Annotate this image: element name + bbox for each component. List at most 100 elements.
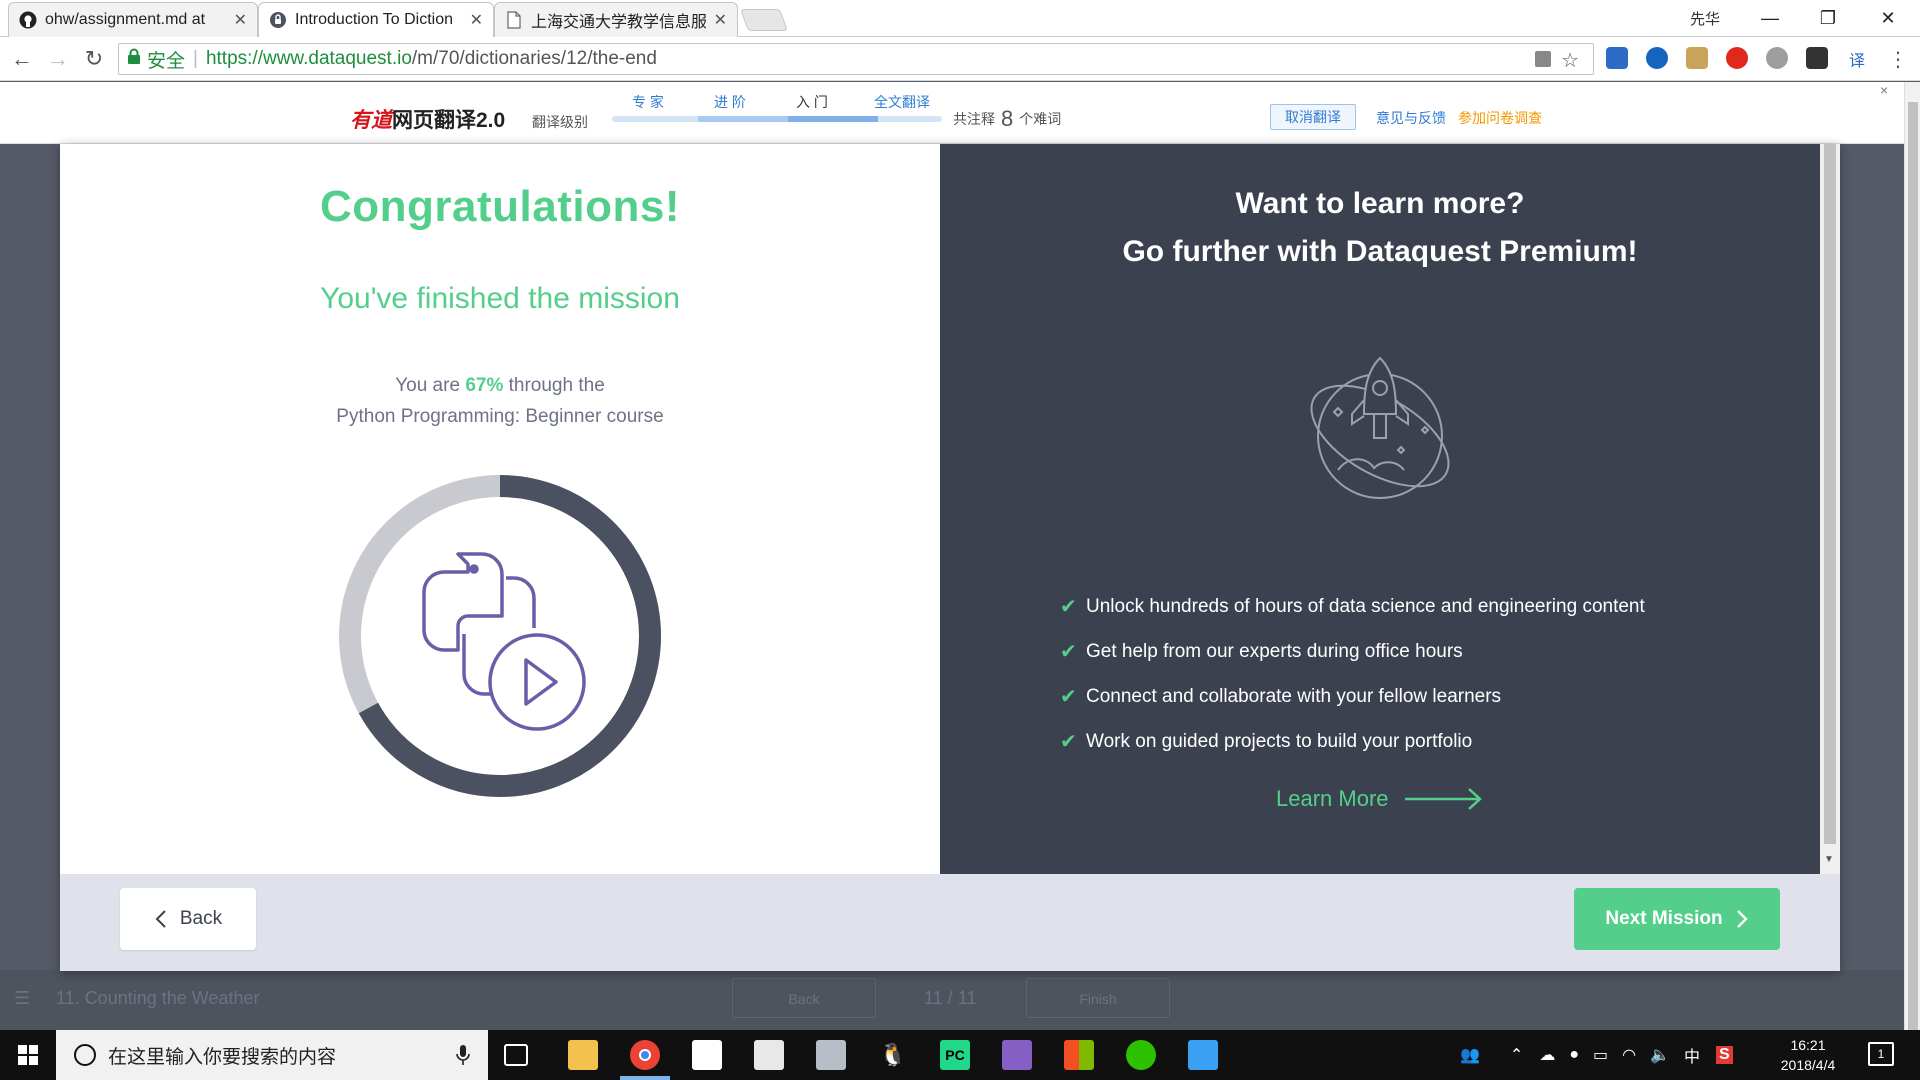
premium-heading-line1: Want to learn more? (1235, 187, 1525, 220)
ime-indicator[interactable]: 中 (1684, 1043, 1700, 1067)
browser-toolbar: ← → ↻ 安全 | https://www.dataquest.io/m/70… (0, 37, 1920, 81)
clock-date: 2018/4/4 (1780, 1057, 1836, 1073)
address-bar[interactable]: 安全 | https://www.dataquest.io/m/70/dicti… (118, 43, 1594, 75)
extension-image-icon[interactable] (1686, 47, 1708, 69)
benefit-item: ✔ Connect and collaborate with your fello… (1060, 685, 1502, 709)
url-host: https://www.dataquest.io (205, 48, 412, 69)
modal-scrollbar[interactable]: ▼ (1820, 144, 1840, 874)
close-tab-icon[interactable]: ✕ (234, 10, 247, 30)
tab-github[interactable]: ohw/assignment.md at ✕ (8, 2, 258, 37)
dimmed-progress: 11 / 11 (924, 988, 977, 1008)
premium-heading-line2: Go further with Dataquest Premium! (1122, 235, 1638, 268)
progress-percent: 67% (465, 375, 504, 396)
mission-title: 11. Counting the Weather (56, 988, 260, 1008)
notification-center-icon[interactable]: 1 (1868, 1042, 1894, 1066)
close-window-icon[interactable]: ✕ (1860, 0, 1916, 36)
progress-ring (339, 475, 661, 797)
checkmark-icon: ✔ (1060, 641, 1077, 663)
level-label: 翻译级别 (532, 114, 588, 130)
chevron-right-icon (1736, 910, 1748, 928)
level-advanced[interactable]: 进 阶 (714, 92, 746, 112)
benefit-item: ✔ Unlock hundreds of hours of data scienc… (1060, 595, 1645, 619)
dataquest-icon (269, 11, 287, 29)
taskbar-clock[interactable]: 16:21 2018/4/4 (1766, 1035, 1850, 1075)
bookmark-star-icon[interactable]: ☆ (1561, 48, 1579, 73)
checkmark-icon: ✔ (1060, 731, 1077, 753)
menu-kebab-icon[interactable]: ⋮ (1884, 45, 1912, 73)
level-slider[interactable] (612, 116, 942, 122)
extension-translate-icon[interactable]: 译 (1846, 47, 1868, 70)
extension-dark-icon[interactable] (1806, 47, 1828, 69)
wifi-icon[interactable]: ◠ (1622, 1045, 1636, 1065)
feedback-link[interactable]: 意见与反馈 (1376, 108, 1446, 128)
people-icon[interactable]: 👥 (1460, 1045, 1480, 1065)
onedrive-icon[interactable]: ☁ (1539, 1045, 1555, 1065)
pycharm-icon[interactable]: PC (940, 1040, 970, 1070)
restore-icon[interactable]: ❐ (1800, 0, 1856, 36)
extension-y-icon[interactable] (1646, 47, 1668, 69)
extension-graduation-icon[interactable] (1606, 47, 1628, 69)
tab-title: Introduction To Diction (295, 11, 454, 28)
lock-icon (127, 48, 141, 70)
next-mission-button[interactable]: Next Mission (1574, 888, 1780, 950)
secure-label: 安全 (147, 50, 186, 72)
task-view-icon[interactable] (504, 1044, 528, 1066)
battery-icon[interactable]: ▭ (1593, 1045, 1608, 1065)
microphone-icon (456, 1045, 470, 1065)
dimmed-finish-button: Finish (1026, 978, 1170, 1018)
level-beginner[interactable]: 入 门 (796, 92, 828, 112)
congrats-title: Congratulations! (320, 182, 680, 231)
volume-icon[interactable]: 🔈 (1650, 1045, 1670, 1065)
level-expert[interactable]: 专 家 (632, 92, 664, 112)
qq-icon[interactable]: 🐧 (878, 1040, 908, 1070)
benefit-item: ✔ Get help from our experts during office… (1060, 640, 1463, 664)
visual-studio-icon[interactable] (1002, 1040, 1032, 1070)
extension-grey-icon[interactable] (1766, 47, 1788, 69)
survey-link[interactable]: 参加问卷调查 (1458, 108, 1542, 128)
congrats-panel: Congratulations! You've finished the mis… (60, 144, 940, 874)
site-settings-icon[interactable] (1535, 51, 1551, 67)
chrome-icon[interactable] (630, 1040, 660, 1070)
forward-arrow-icon[interactable]: → (44, 45, 72, 73)
premium-panel: Want to learn more? Go further with Data… (940, 144, 1820, 874)
tab-dataquest[interactable]: Introduction To Diction ✕ (258, 2, 494, 37)
scroll-down-icon[interactable]: ▼ (1824, 854, 1834, 865)
youdao-logo: 有道网页翻译2.0 (350, 109, 506, 132)
scanner-icon[interactable] (816, 1040, 846, 1070)
file-explorer-icon[interactable] (568, 1040, 598, 1070)
sogou-icon[interactable]: S (1716, 1046, 1733, 1064)
chevron-up-icon[interactable]: ⌃ (1510, 1045, 1523, 1065)
office-icon[interactable] (1064, 1040, 1094, 1070)
back-button[interactable]: Back (120, 888, 256, 950)
new-tab-button[interactable] (739, 9, 789, 31)
windows-start-icon[interactable] (0, 1030, 56, 1080)
close-icon[interactable]: × (1880, 82, 1888, 98)
baidu-netdisk-icon[interactable] (1188, 1040, 1218, 1070)
mission-footer-dimmed: ☰ 11. Counting the Weather Back 11 / 11 … (0, 970, 1904, 1030)
close-tab-icon[interactable]: ✕ (714, 10, 727, 30)
url-path: /m/70/dictionaries/12/the-end (411, 48, 657, 69)
document-icon[interactable] (754, 1040, 784, 1070)
premium-heading: Want to learn more? Go further with Data… (940, 180, 1820, 276)
page-scrollbar[interactable] (1904, 82, 1920, 1032)
taskbar-search-input[interactable]: 在这里输入你要搜索的内容 (56, 1030, 488, 1080)
profile-name[interactable]: 先华 (1690, 8, 1720, 29)
python-play-icon (422, 552, 586, 731)
tab-title: ohw/assignment.md at (45, 11, 206, 28)
minimize-icon[interactable]: — (1742, 0, 1798, 36)
mail-icon[interactable] (692, 1040, 722, 1070)
system-tray: 👥 ⌃ ☁ ● ▭ ◠ 🔈 中 S (1460, 1030, 1733, 1080)
qq-tray-icon[interactable]: ● (1569, 1046, 1579, 1064)
cancel-translation-button[interactable]: 取消翻译 (1270, 104, 1356, 130)
premium-benefits-list: ✔ Unlock hundreds of hours of data scienc… (1060, 584, 1645, 764)
wechat-icon[interactable] (1126, 1040, 1156, 1070)
tab-sjtu[interactable]: 上海交通大学教学信息服 ✕ (494, 2, 738, 37)
course-name: Python Programming: Beginner course (336, 406, 664, 427)
extension-opera-icon[interactable] (1726, 47, 1748, 69)
reload-icon[interactable]: ↻ (80, 45, 108, 73)
tab-title: 上海交通大学教学信息服 (531, 14, 706, 31)
learn-more-link[interactable]: Learn More (1276, 786, 1483, 812)
back-arrow-icon[interactable]: ← (8, 45, 36, 73)
level-full[interactable]: 全文翻译 (874, 92, 930, 112)
close-tab-icon[interactable]: ✕ (470, 10, 483, 30)
